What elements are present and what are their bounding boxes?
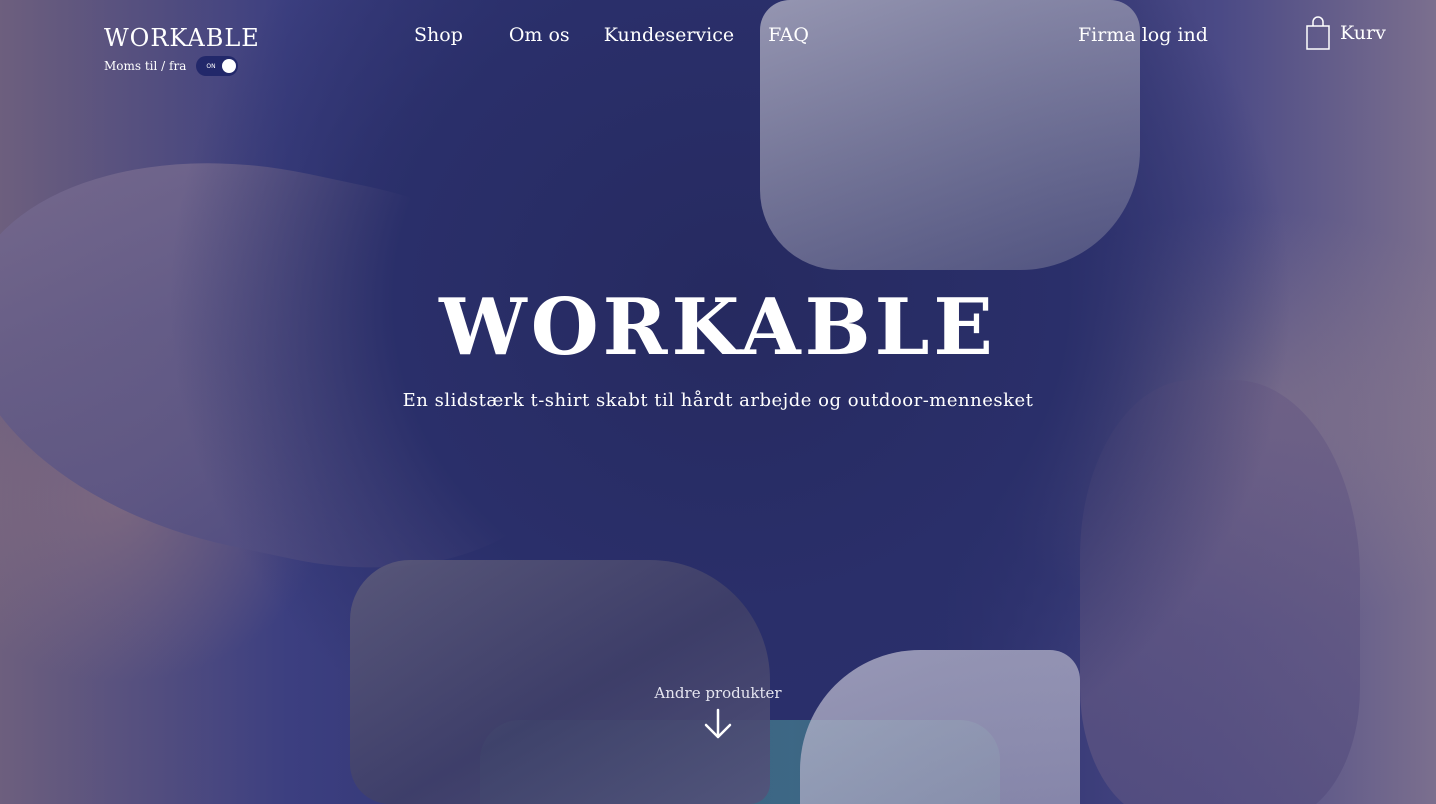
vat-toggle-label: Moms til / fra bbox=[104, 59, 187, 73]
nav-item-kundeservice[interactable]: Kundeservice bbox=[604, 24, 734, 46]
firm-login-link[interactable]: Firma log ind bbox=[1078, 24, 1208, 46]
vat-toggle-knob bbox=[222, 59, 237, 73]
nav-item-shop[interactable]: Shop bbox=[414, 24, 463, 46]
main-nav: Shop Om os Kundeservice FAQ bbox=[414, 24, 809, 46]
hero-subtitle: En slidstærk t-shirt skabt til hårdt arb… bbox=[402, 390, 1034, 411]
cart-button[interactable]: Kurv bbox=[1306, 16, 1386, 50]
vat-toggle-row: Moms til / fra ON bbox=[104, 56, 239, 76]
hero-title: WORKABLE bbox=[439, 282, 997, 373]
vat-toggle[interactable]: ON bbox=[196, 56, 239, 76]
nav-item-om-os[interactable]: Om os bbox=[509, 24, 570, 46]
site-header: WORKABLE Moms til / fra ON Shop Om os Ku… bbox=[0, 0, 1436, 90]
other-products-label: Andre produkter bbox=[654, 684, 782, 702]
arrow-down-icon bbox=[704, 708, 732, 739]
hero-photo-glove bbox=[350, 560, 770, 804]
cart-label: Kurv bbox=[1340, 22, 1386, 44]
shopping-bag-icon bbox=[1306, 16, 1330, 50]
nav-item-faq[interactable]: FAQ bbox=[768, 24, 809, 46]
site-logo[interactable]: WORKABLE bbox=[104, 24, 260, 52]
vat-toggle-state: ON bbox=[206, 62, 216, 70]
other-products-link[interactable]: Andre produkter bbox=[0, 684, 1436, 740]
